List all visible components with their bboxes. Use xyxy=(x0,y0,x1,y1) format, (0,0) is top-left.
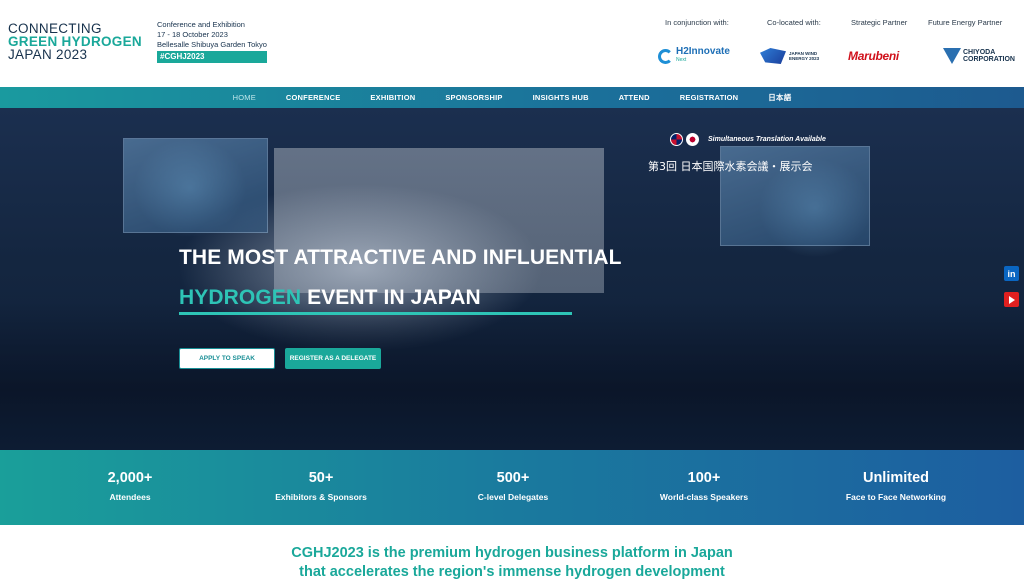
nav-attend[interactable]: ATTEND xyxy=(619,93,650,102)
partner-label-colocated: Co-located with: xyxy=(767,18,821,27)
stats-bar: 2,000+ Attendees 50+ Exhibitors & Sponso… xyxy=(0,450,1024,525)
youtube-icon[interactable] xyxy=(1004,292,1019,307)
event-type: Conference and Exhibition xyxy=(157,20,245,29)
h2innovate-sub: Next xyxy=(676,57,687,63)
intro-line-2: that accelerates the region's immense hy… xyxy=(299,564,725,580)
headline-highlight: HYDROGEN xyxy=(179,286,302,309)
marubeni-name: Marubeni xyxy=(848,49,899,63)
stat-number: 100+ xyxy=(687,470,721,486)
partners-bar: In conjunction with: Co-located with: St… xyxy=(640,18,1024,78)
intro-heading: CGHJ2023 is the premium hydrogen busines… xyxy=(0,544,1024,582)
nav-home[interactable]: HOME xyxy=(233,93,256,102)
logo-line-3: JAPAN 2023 xyxy=(8,47,88,62)
partner-label-strategic: Strategic Partner xyxy=(851,18,908,27)
partner-label-conjunction: In conjunction with: xyxy=(665,18,729,27)
nav-insights-hub[interactable]: INSIGHTS HUB xyxy=(533,93,589,102)
nav-exhibition[interactable]: EXHIBITION xyxy=(370,93,415,102)
apply-to-speak-button[interactable]: APPLY TO SPEAK xyxy=(179,348,275,369)
h2innovate-icon xyxy=(658,48,673,64)
stat-number: 2,000+ xyxy=(107,470,153,486)
stat-number: Unlimited xyxy=(862,470,930,486)
stat-number: 500+ xyxy=(496,470,530,486)
site-header: CONNECTING GREEN HYDROGEN JAPAN 2023 Con… xyxy=(0,0,1024,87)
stat-label: Exhibitors & Sponsors xyxy=(275,492,367,502)
chiyoda-name: CHIYODA CORPORATION xyxy=(963,49,1015,63)
linkedin-icon[interactable]: in xyxy=(1004,266,1019,281)
event-info: Conference and Exhibition 17 - 18 Octobe… xyxy=(157,20,267,63)
audience-overlay xyxy=(0,300,1024,450)
jwe-icon xyxy=(760,48,786,64)
h2innovate-logo[interactable]: H2Innovate Next xyxy=(658,45,730,67)
japan-flag-icon xyxy=(686,133,699,146)
chiyoda-icon xyxy=(943,48,961,64)
event-venue: Bellesalle Shibuya Garden Tokyo xyxy=(157,40,267,49)
stat-label: C-level Delegates xyxy=(477,492,549,502)
intro-line-1: CGHJ2023 is the premium hydrogen busines… xyxy=(291,545,733,561)
translation-notice: Simultaneous Translation Available xyxy=(670,133,826,146)
hero-headline: THE MOST ATTRACTIVE AND INFLUENTIAL HYDR… xyxy=(179,238,622,318)
nav-japanese[interactable]: 日本語 xyxy=(768,92,791,103)
japanese-title: 第3回 日本国際水素会議・展示会 xyxy=(648,160,813,173)
stat-label: World-class Speakers xyxy=(659,492,749,502)
headline-line-2: EVENT IN JAPAN xyxy=(301,286,481,309)
nav-registration[interactable]: REGISTRATION xyxy=(680,93,739,102)
event-dates: 17 - 18 October 2023 xyxy=(157,30,228,39)
main-nav: HOME CONFERENCE EXHIBITION SPONSORSHIP I… xyxy=(0,87,1024,108)
stat-exhibitors: 50+ Exhibitors & Sponsors xyxy=(226,469,416,502)
headline-line-1: THE MOST ATTRACTIVE AND INFLUENTIAL xyxy=(179,246,622,269)
marubeni-logo[interactable]: Marubeni xyxy=(848,45,899,67)
uk-flag-icon xyxy=(670,133,683,146)
register-delegate-button[interactable]: REGISTER AS A DELEGATE xyxy=(285,348,381,369)
event-logo[interactable]: CONNECTING GREEN HYDROGEN JAPAN 2023 xyxy=(8,22,142,62)
jwe-name: JAPAN WIND ENERGY 2023 xyxy=(789,51,820,61)
hero-banner: Simultaneous Translation Available 第3回 日… xyxy=(0,108,1024,450)
partner-label-future-energy: Future Energy Partner xyxy=(928,18,1003,27)
stat-attendees: 2,000+ Attendees xyxy=(35,469,225,502)
event-hashtag: #CGHJ2023 xyxy=(157,51,267,63)
stat-label: Attendees xyxy=(109,492,151,502)
intro-section: CGHJ2023 is the premium hydrogen busines… xyxy=(0,525,1024,580)
headline-underline xyxy=(179,312,572,315)
left-screen-image xyxy=(123,138,268,233)
stat-networking: Unlimited Face to Face Networking xyxy=(801,469,991,502)
translation-text: Simultaneous Translation Available xyxy=(708,136,826,143)
stat-speakers: 100+ World-class Speakers xyxy=(609,469,799,502)
nav-conference[interactable]: CONFERENCE xyxy=(286,93,341,102)
stat-number: 50+ xyxy=(308,470,334,486)
chiyoda-logo[interactable]: CHIYODA CORPORATION xyxy=(943,45,1015,67)
japan-wind-energy-logo[interactable]: JAPAN WIND ENERGY 2023 xyxy=(760,45,829,67)
nav-sponsorship[interactable]: SPONSORSHIP xyxy=(445,93,502,102)
stat-label: Face to Face Networking xyxy=(845,492,947,502)
stat-delegates: 500+ C-level Delegates xyxy=(418,469,608,502)
